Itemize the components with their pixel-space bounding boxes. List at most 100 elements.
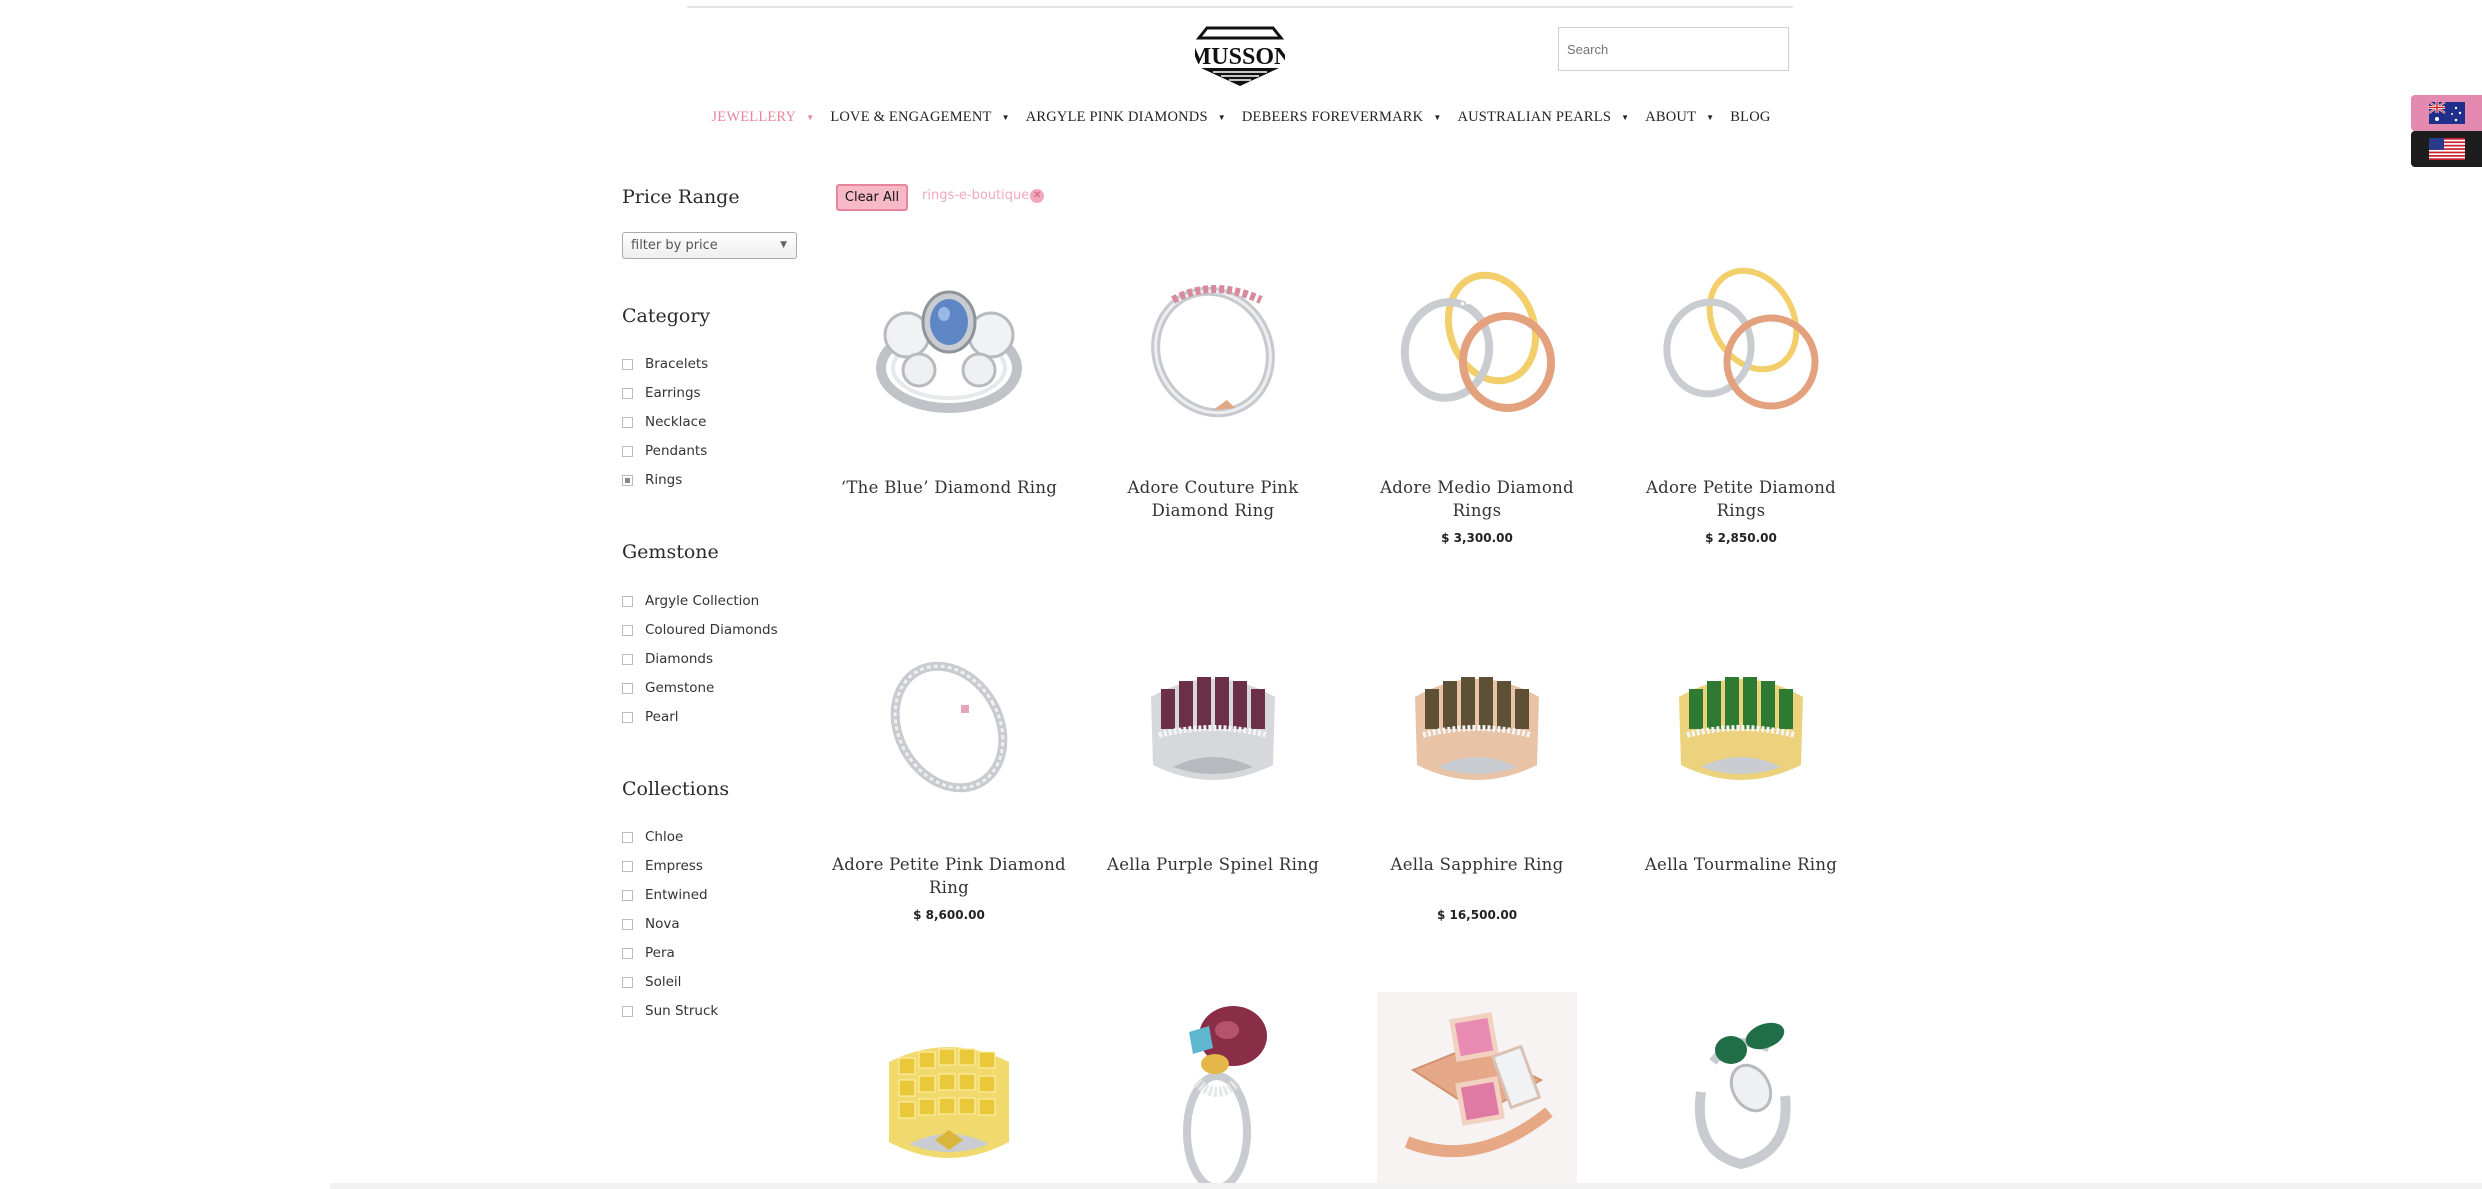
three-stacked-bands-petite-image[interactable] — [1641, 240, 1841, 440]
nav-argyle-pink-diamonds[interactable]: ARGYLE PINK DIAMONDS ▼ — [1026, 106, 1226, 128]
option-label: Bracelets — [645, 356, 709, 372]
product-name[interactable]: ‘The Blue’ Diamond Ring — [829, 476, 1069, 499]
checkbox[interactable] — [622, 653, 633, 665]
nav-label: ABOUT — [1645, 108, 1697, 125]
collection-option-sun-struck[interactable]: Sun Struck — [622, 1003, 718, 1019]
option-label: Rings — [645, 472, 683, 488]
checkbox[interactable] — [622, 1005, 633, 1017]
collection-option-empress[interactable]: Empress — [622, 858, 703, 874]
pink-geometric-ring-image[interactable] — [1377, 992, 1577, 1189]
clear-all-button[interactable]: Clear All — [836, 184, 908, 211]
australia-flag-button[interactable] — [2411, 95, 2482, 131]
collection-option-chloe[interactable]: Chloe — [622, 829, 683, 845]
gemstone-option-coloured-diamonds[interactable]: Coloured Diamonds — [622, 622, 778, 638]
checkbox[interactable] — [622, 889, 633, 901]
yellow-diamond-ring-image[interactable] — [849, 992, 1049, 1189]
nav-jewellery[interactable]: JEWELLERY ▼ — [711, 106, 814, 128]
collection-option-nova[interactable]: Nova — [622, 916, 680, 932]
product-card[interactable] — [829, 992, 1069, 1189]
checkbox[interactable] — [622, 358, 633, 370]
green-baguette-ring-image[interactable] — [1641, 617, 1841, 817]
checkbox[interactable] — [622, 711, 633, 723]
product-card[interactable]: Aella Purple Spinel Ring — [1093, 617, 1333, 937]
page-bottom-edge — [330, 1183, 2482, 1189]
product-card[interactable] — [1357, 992, 1597, 1189]
category-option-rings[interactable]: Rings — [622, 472, 682, 488]
nav-australian-pearls[interactable]: AUSTRALIAN PEARLS ▼ — [1457, 106, 1629, 128]
checkbox[interactable] — [622, 387, 633, 399]
product-card[interactable] — [1093, 992, 1333, 1189]
option-label: Argyle Collection — [645, 593, 760, 609]
product-name[interactable]: Adore Petite Diamond Rings — [1621, 476, 1861, 522]
checkbox[interactable] — [622, 860, 633, 872]
collection-option-soleil[interactable]: Soleil — [622, 974, 681, 990]
collection-option-entwined[interactable]: Entwined — [622, 887, 708, 903]
product-name[interactable]: Adore Couture Pink Diamond Ring — [1093, 476, 1333, 522]
checkbox[interactable] — [622, 416, 633, 428]
gemstone-option-gemstone[interactable]: Gemstone — [622, 680, 714, 696]
option-label: Sun Struck — [645, 1003, 719, 1019]
price-filter-select[interactable]: filter by price ▼ — [622, 232, 797, 259]
category-option-earrings[interactable]: Earrings — [622, 385, 701, 401]
product-card[interactable] — [1621, 992, 1861, 1189]
nav-label: BLOG — [1730, 108, 1771, 125]
logo-text: MUSSON — [1195, 44, 1285, 70]
option-label: Empress — [645, 858, 703, 874]
category-option-pendants[interactable]: Pendants — [622, 443, 707, 459]
product-name[interactable]: Adore Medio Diamond Rings — [1357, 476, 1597, 522]
option-label: Chloe — [645, 829, 684, 845]
option-label: Earrings — [645, 385, 701, 401]
purple-baguette-ring-image[interactable] — [1113, 617, 1313, 817]
search-input[interactable] — [1558, 27, 1789, 71]
product-card[interactable]: Adore Medio Diamond Rings $ 3,300.00 — [1357, 240, 1597, 560]
product-card[interactable]: Adore Couture Pink Diamond Ring — [1093, 240, 1333, 560]
usa-flag-button[interactable] — [2411, 131, 2482, 167]
active-filter-tag[interactable]: rings-e-boutique ✕ — [922, 188, 1045, 203]
product-name[interactable]: Aella Tourmaline Ring — [1621, 853, 1861, 876]
remove-filter-icon[interactable]: ✕ — [1030, 188, 1045, 203]
three-stacked-bands-image[interactable] — [1377, 240, 1577, 440]
category-option-bracelets[interactable]: Bracelets — [622, 356, 708, 372]
nav-blog[interactable]: BLOG — [1730, 106, 1770, 128]
header-divider — [687, 6, 1793, 8]
product-card[interactable]: ‘The Blue’ Diamond Ring — [829, 240, 1069, 560]
petite-pink-band-image[interactable] — [849, 617, 1049, 817]
caret-down-icon: ▼ — [806, 112, 815, 122]
checkbox[interactable] — [622, 595, 633, 607]
pink-eternity-band-image[interactable] — [1113, 240, 1313, 440]
checkbox[interactable] — [622, 445, 633, 457]
checkbox[interactable] — [622, 976, 633, 988]
main-nav: JEWELLERY ▼ LOVE & ENGAGEMENT ▼ ARGYLE PIN… — [0, 106, 2482, 128]
option-label: Diamonds — [645, 651, 713, 667]
product-name[interactable]: Aella Purple Spinel Ring — [1093, 853, 1333, 876]
nav-debeers-forevermark[interactable]: DEBEERS FOREVERMARK ▼ — [1242, 106, 1442, 128]
checkbox[interactable] — [622, 624, 633, 636]
checkbox[interactable] — [622, 947, 633, 959]
option-label: Coloured Diamonds — [645, 622, 778, 638]
nav-love-engagement[interactable]: LOVE & ENGAGEMENT ▼ — [830, 106, 1009, 128]
price-range-title: Price Range — [622, 186, 740, 208]
product-name[interactable]: Adore Petite Pink Diamond Ring — [829, 853, 1069, 899]
blue-diamond-ring-image[interactable] — [849, 240, 1049, 440]
checkbox[interactable] — [622, 682, 633, 694]
checkbox[interactable] — [622, 831, 633, 843]
musson-logo[interactable]: MUSSON — [1195, 26, 1285, 88]
checkbox[interactable] — [622, 918, 633, 930]
option-label: Entwined — [645, 887, 708, 903]
olive-baguette-ring-image[interactable] — [1377, 617, 1577, 817]
gemstone-option-diamonds[interactable]: Diamonds — [622, 651, 713, 667]
checkbox-checked[interactable] — [622, 474, 633, 486]
nav-about[interactable]: ABOUT ▼ — [1645, 106, 1714, 128]
product-card[interactable]: Aella Sapphire Ring $ 16,500.00 — [1357, 617, 1597, 937]
emerald-toi-et-moi-ring-image[interactable] — [1641, 992, 1841, 1189]
category-option-necklace[interactable]: Necklace — [622, 414, 706, 430]
australia-flag-icon — [2428, 102, 2465, 124]
gemstone-option-argyle-collection[interactable]: Argyle Collection — [622, 593, 759, 609]
product-card[interactable]: Adore Petite Pink Diamond Ring $ 8,600.0… — [829, 617, 1069, 937]
multi-gem-cocktail-ring-image[interactable] — [1113, 992, 1313, 1189]
product-name[interactable]: Aella Sapphire Ring — [1357, 853, 1597, 876]
product-card[interactable]: Aella Tourmaline Ring — [1621, 617, 1861, 937]
product-card[interactable]: Adore Petite Diamond Rings $ 2,850.00 — [1621, 240, 1861, 560]
gemstone-option-pearl[interactable]: Pearl — [622, 709, 679, 725]
collection-option-pera[interactable]: Pera — [622, 945, 675, 961]
